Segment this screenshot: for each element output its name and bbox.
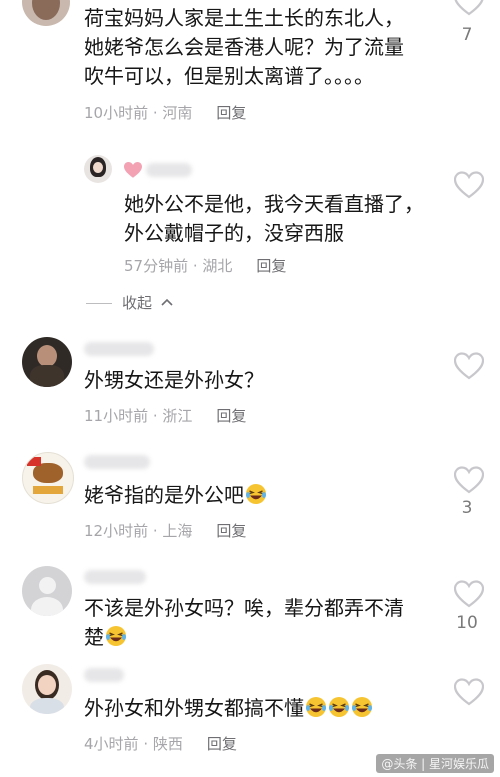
laughing-crying-emoji-icon bbox=[328, 696, 350, 718]
comment-body: 不该是外孙女吗？唉，辈分都弄不清楚 bbox=[84, 596, 404, 649]
laughing-crying-emoji-icon bbox=[305, 696, 327, 718]
like-heart-icon[interactable] bbox=[454, 466, 484, 494]
username-blurred bbox=[146, 163, 192, 177]
comment-time: 4小时前 bbox=[84, 735, 139, 753]
reply-button[interactable]: 回复 bbox=[256, 257, 286, 275]
reply-button[interactable]: 回复 bbox=[216, 407, 246, 425]
like-heart-icon[interactable] bbox=[454, 352, 484, 380]
avatar[interactable] bbox=[22, 452, 74, 504]
like-heart-icon[interactable] bbox=[454, 580, 484, 608]
avatar[interactable] bbox=[22, 664, 72, 714]
comment-body: 姥爷指的是外公吧 bbox=[84, 483, 244, 507]
comment-body: 外孙女和外甥女都搞不懂 bbox=[84, 696, 304, 720]
collapse-label: 收起 bbox=[122, 294, 153, 312]
comment-time: 11小时前 bbox=[84, 407, 149, 425]
avatar[interactable] bbox=[84, 155, 112, 183]
reply-button[interactable]: 回复 bbox=[216, 104, 246, 122]
comment-text: 外甥女还是外孙女？ bbox=[84, 368, 264, 392]
comment-location: 陕西 bbox=[152, 735, 183, 753]
avatar[interactable] bbox=[22, 337, 72, 387]
comment-text: 荷宝妈妈人家是土生土长的东北人，她姥爷怎么会是香港人呢？为了流量吹牛可以，但是别… bbox=[84, 6, 404, 88]
like-count: 10 bbox=[456, 613, 478, 633]
laughing-crying-emoji-icon bbox=[245, 483, 267, 505]
collapse-divider bbox=[86, 303, 112, 304]
comment-location: 浙江 bbox=[162, 407, 193, 425]
comment-location: 湖北 bbox=[202, 257, 233, 275]
comment-meta: 12小时前 · 上海 回复 bbox=[84, 522, 247, 540]
comment-time: 57分钟前 bbox=[124, 257, 189, 275]
reply-button[interactable]: 回复 bbox=[207, 735, 237, 753]
comment-meta: 10小时前 · 河南 回复 bbox=[84, 104, 247, 122]
like-count: 3 bbox=[461, 498, 473, 518]
watermark: @头条 | 星河娱乐瓜 bbox=[376, 754, 494, 773]
comment-meta: 57分钟前 · 湖北 回复 bbox=[124, 257, 287, 275]
comment-text: 不该是外孙女吗？唉，辈分都弄不清楚 bbox=[84, 594, 414, 652]
comment-location: 上海 bbox=[162, 522, 193, 540]
like-heart-icon[interactable] bbox=[454, 678, 484, 706]
comment-text: 外孙女和外甥女都搞不懂 bbox=[84, 694, 424, 723]
comment-text: 姥爷指的是外公吧 bbox=[84, 481, 424, 510]
comment-text: 她外公不是他，我今天看直播了，外公戴帽子的，没穿西服 bbox=[124, 192, 424, 245]
laughing-crying-emoji-icon bbox=[105, 625, 127, 647]
laughing-crying-emoji-icon bbox=[351, 696, 373, 718]
username-blurred bbox=[84, 570, 146, 584]
like-count: 7 bbox=[461, 25, 473, 45]
username-blurred bbox=[84, 342, 154, 356]
heart-badge-icon bbox=[124, 161, 142, 178]
comment-meta: 11小时前 · 浙江 回复 bbox=[84, 407, 247, 425]
comment-location: 河南 bbox=[162, 104, 193, 122]
comment-meta: 4小时前 · 陕西 回复 bbox=[84, 735, 237, 753]
avatar[interactable] bbox=[22, 0, 70, 26]
username-blurred bbox=[84, 455, 150, 469]
reply-button[interactable]: 回复 bbox=[216, 522, 246, 540]
username-blurred bbox=[84, 668, 124, 682]
comment-time: 12小时前 bbox=[84, 522, 149, 540]
avatar[interactable] bbox=[22, 566, 72, 616]
like-heart-icon[interactable] bbox=[454, 0, 484, 16]
like-heart-icon[interactable] bbox=[454, 171, 484, 199]
chevron-up-icon bbox=[161, 298, 173, 306]
comment-time: 10小时前 bbox=[84, 104, 149, 122]
collapse-replies-button[interactable]: 收起 bbox=[86, 292, 174, 313]
